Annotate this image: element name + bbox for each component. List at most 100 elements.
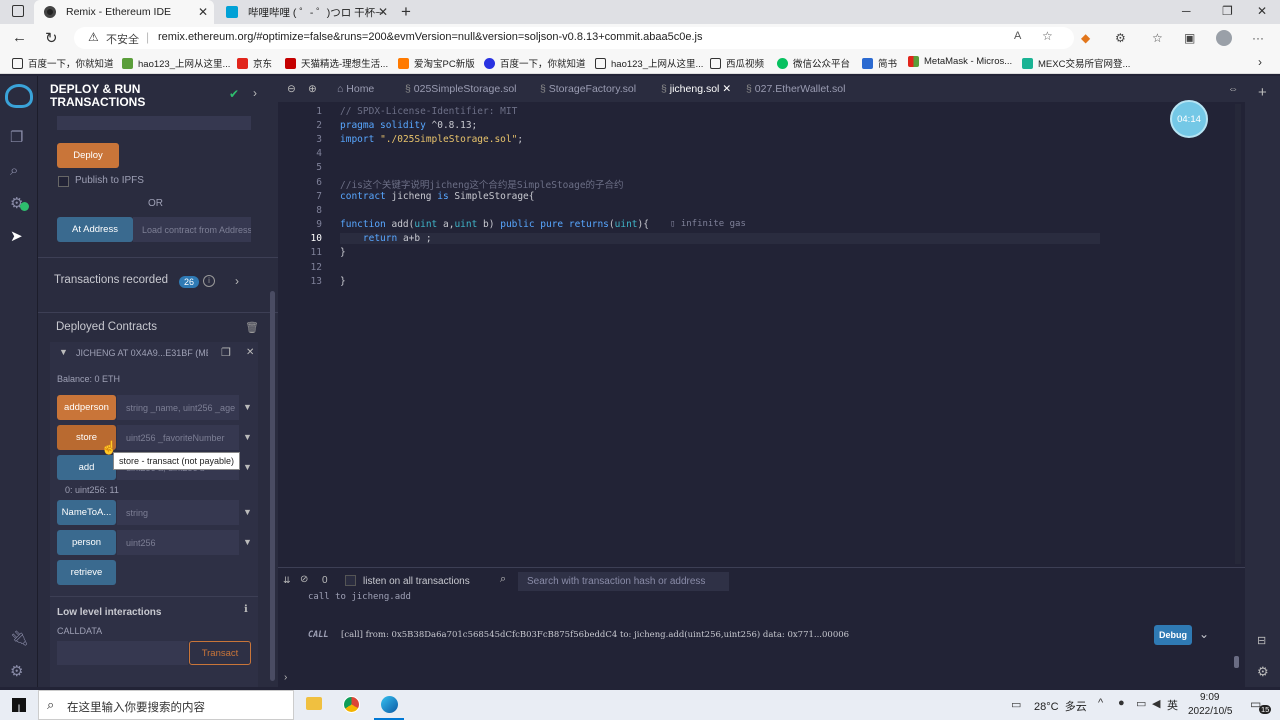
minimize-icon[interactable]: ─ bbox=[1182, 4, 1191, 18]
bookmark-item[interactable]: 西瓜视频 bbox=[710, 56, 764, 70]
store-input[interactable]: uint256 _favoriteNumber bbox=[117, 425, 239, 450]
bookmark-item[interactable]: hao123_上网从这里... bbox=[122, 56, 230, 70]
tab-jicheng[interactable]: § jicheng.sol ✕ bbox=[661, 83, 731, 95]
zoom-in-icon[interactable]: ⊕ bbox=[308, 83, 317, 95]
file-explorer-icon[interactable] bbox=[306, 697, 322, 710]
prompt-chevron-icon[interactable]: › bbox=[284, 672, 287, 683]
chevron-right-icon[interactable]: › bbox=[253, 86, 257, 100]
zoom-out-icon[interactable]: ⊖ bbox=[287, 83, 296, 95]
trash-icon[interactable]: 🗑︎ bbox=[245, 321, 259, 334]
favorites-icon[interactable]: ☆ bbox=[1152, 31, 1163, 45]
extensions-icon[interactable]: ⚙ bbox=[1115, 31, 1126, 45]
windows-start-icon[interactable] bbox=[12, 698, 26, 712]
bookmark-item[interactable]: MEXC交易所官网登... bbox=[1022, 56, 1130, 70]
chevron-down-icon[interactable]: ⌄ bbox=[1199, 627, 1209, 641]
info-icon[interactable]: ℹ bbox=[244, 604, 248, 615]
search-icon[interactable]: ⌕ bbox=[10, 162, 18, 179]
close-icon[interactable]: ✕ bbox=[246, 347, 254, 358]
tab-025simplestorage[interactable]: § 025SimpleStorage.sol bbox=[405, 83, 517, 95]
collections-icon[interactable]: ▣ bbox=[1184, 31, 1195, 45]
tab-storagefactory[interactable]: § StorageFactory.sol bbox=[540, 83, 636, 95]
call-log-text[interactable]: [call] from: 0x5B38Da6a701c568545dCfcB03… bbox=[341, 630, 849, 640]
refresh-icon[interactable]: ↻ bbox=[45, 29, 58, 47]
solidity-compiler-icon[interactable]: ⚙ bbox=[10, 194, 29, 212]
close-tab-icon[interactable]: ✕ bbox=[378, 5, 388, 19]
url-text[interactable]: remix.ethereum.org/#optimize=false&runs=… bbox=[158, 31, 702, 43]
metamask-extension-icon[interactable]: ◆ bbox=[1081, 31, 1090, 45]
addperson-button[interactable]: addperson bbox=[57, 395, 116, 420]
side-scrollbar[interactable] bbox=[270, 291, 275, 681]
transact-button[interactable]: Transact bbox=[189, 641, 251, 665]
add-icon[interactable]: + bbox=[1258, 84, 1267, 101]
person-button[interactable]: person bbox=[57, 530, 116, 555]
restore-icon[interactable]: ❐ bbox=[1222, 4, 1233, 18]
chevron-down-icon[interactable]: ▼ bbox=[243, 507, 252, 517]
contract-instance-title[interactable]: JICHENG AT 0X4A9...E31BF (MEMORY) bbox=[76, 348, 208, 358]
tray-chevron-icon[interactable]: ^ bbox=[1098, 697, 1103, 709]
publish-ipfs-checkbox[interactable] bbox=[58, 176, 69, 187]
bookmark-item[interactable]: 爱淘宝PC新版 bbox=[398, 56, 475, 70]
more-icon[interactable]: ··· bbox=[1252, 31, 1264, 45]
bookmark-item[interactable]: 微信公众平台 bbox=[777, 56, 850, 70]
code-line[interactable]: contract jicheng is SimpleStorage{ bbox=[340, 191, 535, 202]
file-explorer-icon[interactable]: ❐ bbox=[10, 128, 23, 146]
info-icon[interactable]: i bbox=[203, 275, 215, 287]
deploy-button[interactable]: Deploy bbox=[57, 143, 119, 168]
calldata-input[interactable] bbox=[57, 641, 188, 665]
clear-console-icon[interactable]: ⊘ bbox=[300, 574, 308, 585]
at-address-input[interactable]: Load contract from Address bbox=[133, 217, 251, 242]
addperson-input[interactable]: string _name, uint256 _age bbox=[117, 395, 239, 420]
bookmark-item[interactable]: 京东 bbox=[237, 56, 272, 70]
volume-icon[interactable]: ◀ bbox=[1152, 697, 1160, 710]
weather-text[interactable]: 28°C 多云 bbox=[1034, 698, 1087, 714]
chevron-down-icon[interactable]: ▼ bbox=[243, 462, 252, 472]
microphone-icon[interactable]: ● bbox=[1118, 697, 1125, 709]
expand-icon[interactable]: ⇔ bbox=[1228, 83, 1239, 95]
back-icon[interactable]: ← bbox=[12, 29, 27, 46]
debug-button[interactable]: Debug bbox=[1154, 625, 1192, 645]
chevron-down-icon[interactable]: ▼ bbox=[243, 537, 252, 547]
bookmark-item[interactable]: 简书 bbox=[862, 56, 897, 70]
close-tab-icon[interactable]: ✕ bbox=[198, 5, 208, 19]
tab-027etherwallet[interactable]: § 027.EtherWallet.sol bbox=[746, 83, 845, 95]
close-icon[interactable]: ✕ bbox=[722, 83, 731, 95]
code-line[interactable]: import "./025SimpleStorage.sol"; bbox=[340, 134, 523, 145]
new-tab-icon[interactable]: + bbox=[401, 2, 411, 22]
bookmark-item[interactable]: hao123_上网从这里... bbox=[595, 56, 703, 70]
code-line[interactable]: return a+b ; bbox=[340, 233, 1100, 244]
code-line[interactable]: } bbox=[340, 276, 346, 287]
address-bar[interactable]: ⚠ 不安全 | remix.ethereum.org/#optimize=fal… bbox=[74, 27, 1074, 49]
clock-time[interactable]: 9:09 bbox=[1200, 692, 1219, 703]
retrieve-button[interactable]: retrieve bbox=[57, 560, 116, 585]
nametoage-input[interactable]: string bbox=[117, 500, 239, 525]
chevron-down-icon[interactable]: ▼ bbox=[59, 347, 68, 357]
remix-logo-icon[interactable] bbox=[5, 84, 33, 108]
close-window-icon[interactable]: ✕ bbox=[1257, 4, 1267, 18]
browser-tab-bilibili[interactable]: 哔哩哔哩 ( ゜- ゜)つロ 干杯~-bili ✕ bbox=[216, 0, 394, 24]
network-icon[interactable]: ▭ bbox=[1136, 697, 1146, 710]
bookmark-item[interactable]: MetaMask - Micros... bbox=[908, 56, 1012, 67]
read-aloud-icon[interactable]: A bbox=[1014, 30, 1021, 42]
nametoage-button[interactable]: NameToA... bbox=[57, 500, 116, 525]
clock-date[interactable]: 2022/10/5 bbox=[1188, 706, 1233, 717]
ime-indicator[interactable]: 英 bbox=[1167, 697, 1178, 713]
weather-icon[interactable]: ▭ bbox=[1011, 698, 1021, 711]
chevron-down-icon[interactable]: ▼ bbox=[243, 402, 252, 412]
plugin-manager-icon[interactable]: 🔌︎ bbox=[10, 629, 29, 647]
settings-gear-icon[interactable]: ⚙ bbox=[10, 662, 23, 680]
chevron-right-icon[interactable]: › bbox=[1258, 55, 1262, 69]
taskbar-search[interactable]: ⌕ 在这里输入你要搜索的内容 bbox=[38, 690, 294, 720]
split-screen-icon[interactable]: ⊟ bbox=[1257, 634, 1266, 647]
transaction-search-input[interactable]: Search with transaction hash or address bbox=[518, 572, 729, 591]
code-line[interactable]: pragma solidity ^0.8.13; bbox=[340, 120, 477, 131]
code-line[interactable]: } bbox=[340, 247, 346, 258]
editor-scrollbar[interactable] bbox=[1235, 104, 1241, 564]
transactions-recorded-label[interactable]: Transactions recorded bbox=[54, 274, 168, 286]
terminal-scrollbar[interactable] bbox=[1234, 656, 1239, 668]
bookmark-item[interactable]: 百度一下，你就知道 bbox=[484, 56, 586, 70]
add-button[interactable]: add bbox=[57, 455, 116, 480]
listen-checkbox[interactable] bbox=[345, 575, 356, 586]
tab-home[interactable]: ⌂ Home bbox=[337, 83, 374, 95]
deploy-run-icon[interactable]: ➤ bbox=[10, 227, 23, 245]
settings-gear-icon[interactable]: ⚙ bbox=[1257, 664, 1269, 680]
